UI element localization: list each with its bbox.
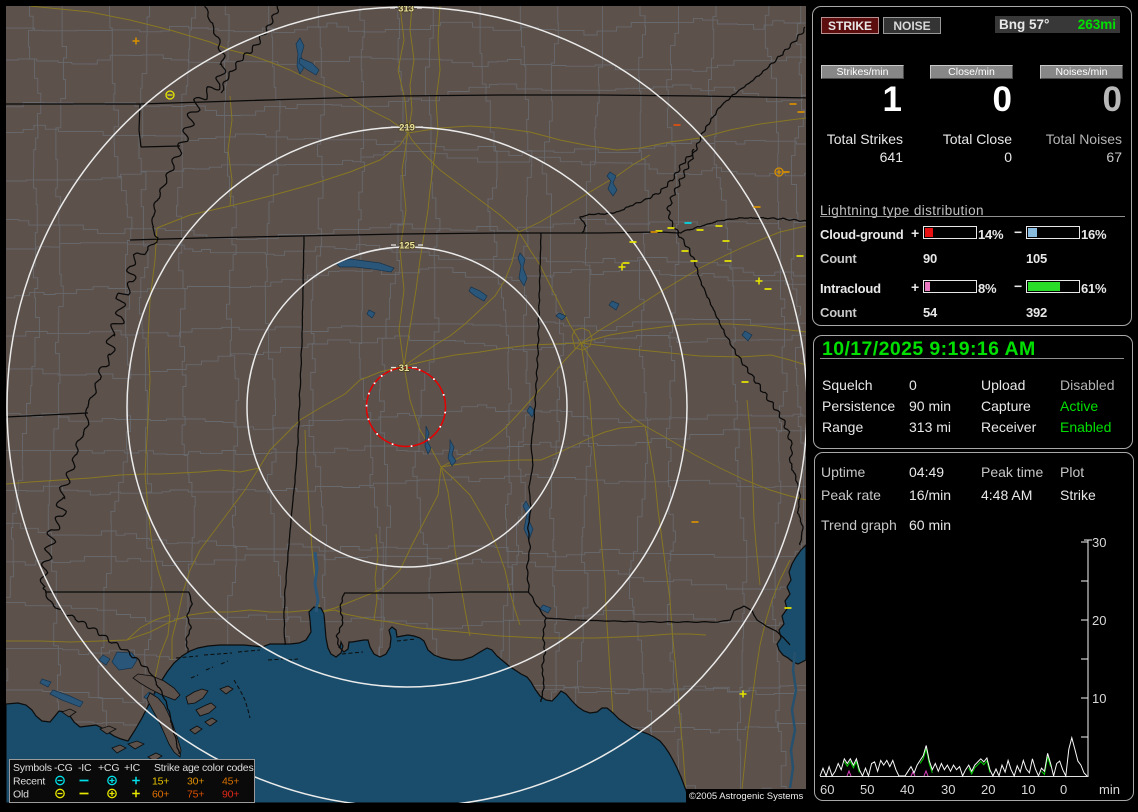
svg-text:20: 20 bbox=[981, 782, 995, 797]
svg-text:+CG: +CG bbox=[98, 762, 119, 774]
svg-text:Recent: Recent bbox=[13, 776, 45, 788]
svg-text:Old: Old bbox=[13, 789, 29, 801]
svg-text:30+: 30+ bbox=[187, 776, 204, 788]
svg-text:50: 50 bbox=[860, 782, 874, 797]
svg-text:Strike age color codes: Strike age color codes bbox=[154, 762, 254, 774]
svg-text:min: min bbox=[1099, 782, 1120, 797]
svg-text:31: 31 bbox=[399, 363, 410, 374]
svg-text:30: 30 bbox=[1092, 535, 1106, 550]
svg-text:313: 313 bbox=[398, 4, 414, 15]
svg-text:15+: 15+ bbox=[152, 776, 169, 788]
svg-text:125: 125 bbox=[399, 241, 416, 252]
svg-text:Symbols: Symbols bbox=[13, 762, 52, 774]
svg-text:60: 60 bbox=[820, 782, 834, 797]
svg-text:40: 40 bbox=[900, 782, 914, 797]
svg-text:+IC: +IC bbox=[124, 762, 141, 774]
svg-text:-CG: -CG bbox=[54, 762, 73, 774]
svg-text:219: 219 bbox=[399, 123, 415, 134]
svg-text:20: 20 bbox=[1092, 613, 1106, 628]
svg-text:-IC: -IC bbox=[78, 762, 92, 774]
svg-text:0: 0 bbox=[1060, 782, 1067, 797]
svg-text:10: 10 bbox=[1021, 782, 1035, 797]
svg-text:45+: 45+ bbox=[222, 776, 239, 788]
svg-text:10: 10 bbox=[1092, 691, 1106, 706]
svg-text:75+: 75+ bbox=[187, 789, 204, 801]
svg-text:90+: 90+ bbox=[222, 789, 239, 801]
svg-text:60+: 60+ bbox=[152, 789, 169, 801]
svg-text:30: 30 bbox=[941, 782, 955, 797]
